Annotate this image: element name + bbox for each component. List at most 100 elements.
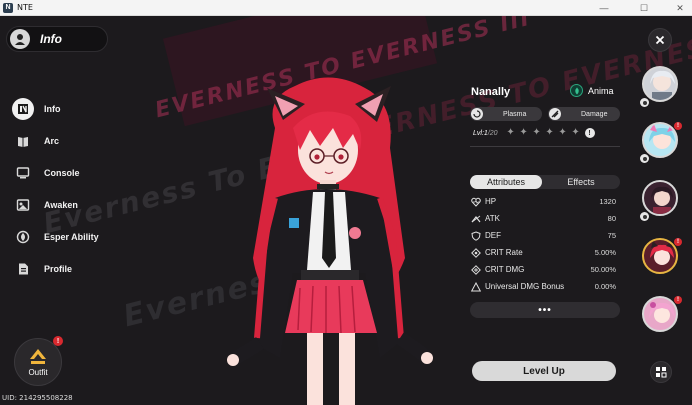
roster-alert-badge: ! (674, 296, 682, 304)
damage-slash-icon (549, 108, 561, 120)
stat-row-atk: ATK 80 (470, 212, 620, 225)
star-icon: ✦ (571, 127, 580, 138)
character-avatar (649, 124, 675, 149)
stat-value: 75 (607, 231, 616, 240)
info-badge-icon (12, 98, 34, 120)
maximize-button[interactable]: ☐ (632, 0, 656, 16)
level-max: /20 (487, 129, 498, 137)
user-id: UID: 214295508228 (2, 394, 73, 402)
shield-icon (471, 230, 481, 241)
menu-item-label: Info (44, 104, 61, 114)
stat-row-def: DEF 75 (470, 229, 620, 242)
star-icon: ✦ (506, 127, 515, 138)
stat-value: 50.00% (590, 265, 616, 274)
stat-name: ATK (485, 214, 500, 223)
menu-item-label: Arc (44, 136, 60, 146)
level-indicator: Lvl:1/20 (473, 130, 498, 137)
menu-item-label: Awaken (44, 200, 78, 210)
tab-attributes[interactable]: Attributes (470, 175, 542, 189)
menu-item-label: Profile (44, 264, 73, 274)
plasma-swirl-icon (471, 108, 483, 120)
game-viewport: EVERNESS TO EVERNESS III EVERNESS TO EVE… (0, 16, 692, 405)
level-label: Lvl: (473, 129, 484, 137)
menu-item-label: Esper Ability (44, 232, 99, 242)
grid-icon (656, 367, 667, 378)
attribute-tabs: Attributes Effects (470, 175, 620, 189)
console-screen-icon (16, 166, 30, 180)
roster-grid-button[interactable] (650, 361, 672, 383)
affiliation: Anima (570, 84, 614, 97)
menu-item-arc[interactable]: Arc (10, 130, 130, 152)
roster-alert-badge: ! (674, 238, 682, 246)
stat-value: 80 (607, 214, 616, 223)
menu-item-profile[interactable]: Profile (10, 258, 130, 280)
menu-item-console[interactable]: Console (10, 162, 130, 184)
star-icon: ✦ (558, 127, 567, 138)
close-window-button[interactable]: ✕ (668, 0, 692, 16)
tab-effects[interactable]: Effects (542, 175, 620, 189)
stat-row-crit-dmg: CRIT DMG 50.00% (470, 263, 620, 276)
stat-name: Universal DMG Bonus (485, 282, 565, 291)
stat-row-hp: HP 1320 (470, 195, 620, 208)
heart-pulse-icon (471, 197, 481, 207)
triangle-warning-icon (471, 281, 481, 292)
character-name: Nanally (471, 86, 511, 98)
affiliation-label: Anima (588, 85, 614, 96)
character-avatar (650, 241, 674, 265)
roster-character-2[interactable] (642, 122, 678, 158)
character-portrait (227, 77, 433, 405)
more-stats-button[interactable]: ••• (470, 302, 620, 318)
role-tag[interactable]: Damage (548, 107, 620, 121)
roster-character-3[interactable] (642, 180, 678, 216)
stat-value: 5.00% (594, 248, 616, 257)
level-info-icon[interactable]: ! (584, 128, 595, 138)
crit-dmg-diamond-icon (471, 264, 481, 275)
arc-book-icon (16, 134, 30, 148)
roster-character-5[interactable] (642, 296, 678, 332)
level-up-button[interactable]: Level Up (472, 361, 616, 381)
star-icon: ✦ (532, 127, 541, 138)
close-button[interactable] (648, 28, 672, 52)
window-titlebar: N NTE — ☐ ✕ (0, 0, 692, 16)
menu-item-esper-ability[interactable]: Esper Ability (10, 226, 130, 248)
window-title: NTE (17, 3, 33, 12)
level-row: Lvl:1/20 ✦ ✦ ✦ ✦ ✦ ✦ ! (473, 128, 619, 138)
stat-name: CRIT Rate (485, 248, 523, 257)
stat-name: DEF (485, 231, 501, 240)
outfit-hanger-icon (30, 349, 46, 364)
outfit-alert-badge: ! (53, 336, 63, 346)
menu-item-awaken[interactable]: Awaken (10, 194, 130, 216)
roster-role-icon (640, 212, 649, 221)
outfit-button[interactable]: Outfit ! (14, 336, 63, 386)
menu-item-label: Console (44, 168, 80, 178)
stat-row-universal-dmg-bonus: Universal DMG Bonus 0.00% (470, 280, 620, 293)
esper-spiral-icon (16, 230, 30, 244)
element-tag[interactable]: Plasma (470, 107, 542, 121)
star-icon: ✦ (545, 127, 554, 138)
app-logo-icon: N (3, 2, 13, 13)
close-icon (655, 35, 665, 45)
roster-role-icon (640, 154, 649, 163)
roster-character-4-selected[interactable] (642, 238, 678, 274)
character-head-icon (10, 29, 30, 49)
anima-leaf-icon (570, 84, 583, 97)
stat-value: 0.00% (594, 282, 616, 291)
profile-card-icon (16, 262, 30, 276)
page-title: Info (40, 32, 62, 46)
stat-row-crit-rate: CRIT Rate 5.00% (470, 246, 620, 259)
character-avatar (649, 302, 675, 323)
character-avatar (650, 70, 675, 100)
character-tags: Plasma Damage (470, 107, 620, 121)
roster-character-1[interactable] (642, 66, 678, 102)
character-avatar (651, 186, 673, 214)
crit-rate-diamond-icon (471, 247, 481, 258)
element-tag-label: Plasma (503, 110, 527, 118)
stat-name: CRIT DMG (485, 265, 525, 274)
roster-role-icon (640, 98, 649, 107)
star-icon: ✦ (519, 127, 528, 138)
menu-item-info[interactable]: Info (10, 98, 130, 120)
star-rating: ✦ ✦ ✦ ✦ ✦ ✦ (506, 128, 584, 138)
minimize-button[interactable]: — (592, 0, 616, 16)
awaken-panel-icon (16, 198, 30, 212)
role-tag-label: Damage (581, 110, 608, 118)
